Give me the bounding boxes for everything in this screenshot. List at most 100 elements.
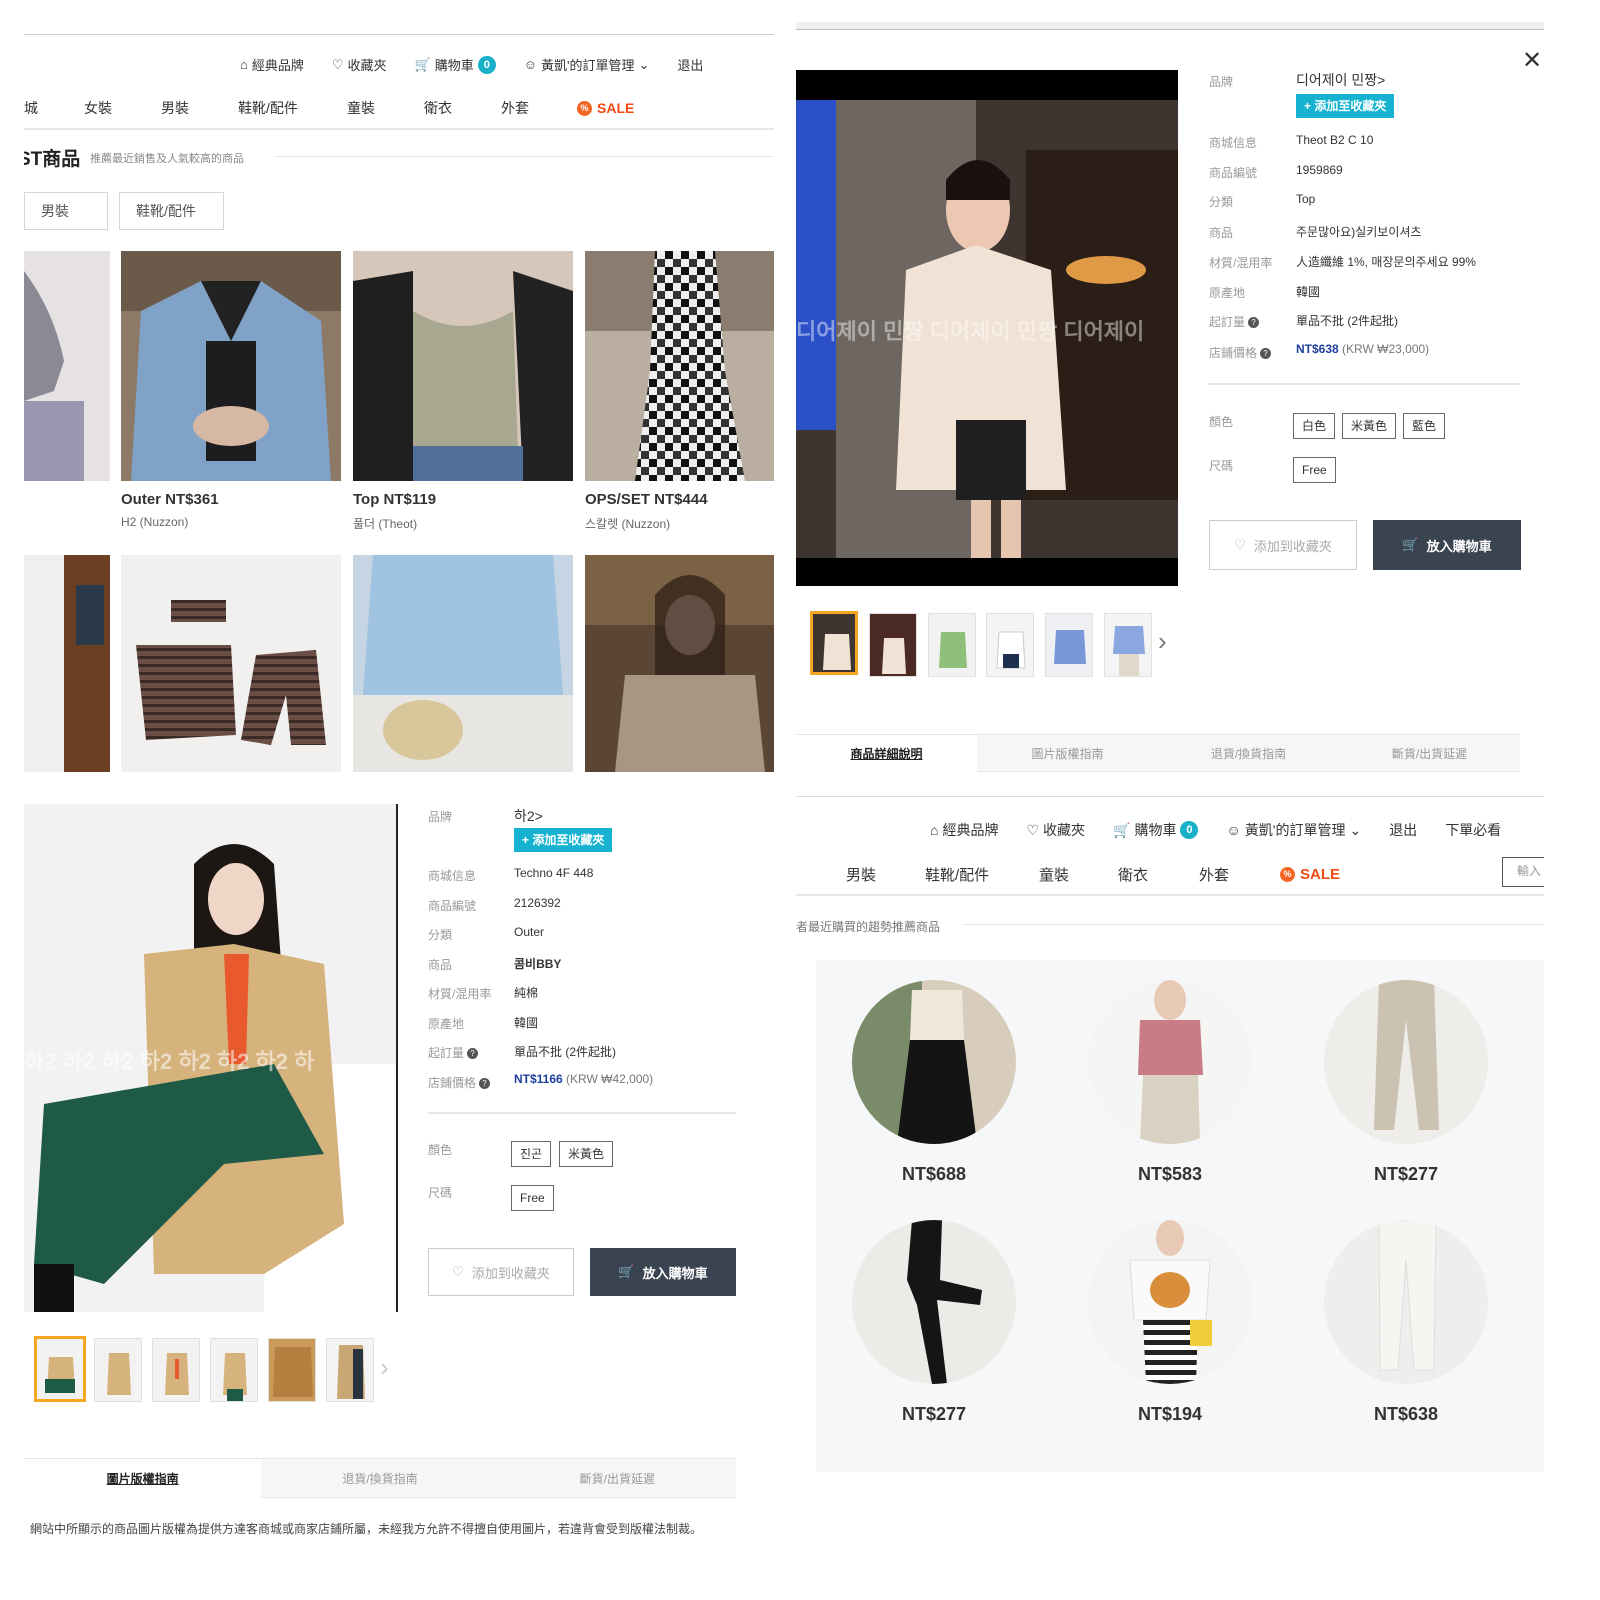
- trend-item-price[interactable]: NT$277: [1324, 1164, 1488, 1185]
- help-icon[interactable]: ?: [467, 1048, 479, 1060]
- tab-return[interactable]: 退貨/換貨指南: [261, 1459, 499, 1498]
- chevron-right-icon[interactable]: ›: [1158, 626, 1167, 657]
- product-name[interactable]: Outer NT$361: [121, 491, 219, 508]
- thumbnail-6[interactable]: [326, 1338, 374, 1402]
- product-name[interactable]: Top NT$119: [353, 491, 436, 508]
- orders-link[interactable]: ☺ 黃凱'的訂單管理 ⌄: [1226, 820, 1361, 840]
- logout-link[interactable]: 退出: [1389, 820, 1417, 840]
- product-image-blouse[interactable]: [353, 555, 573, 772]
- color-option[interactable]: 米黃色: [1342, 413, 1397, 439]
- nav-outer[interactable]: 外套: [1199, 864, 1280, 885]
- product-brand: 스칼렛 (Nuzzon): [585, 517, 671, 531]
- filter-shoes[interactable]: 鞋靴/配件: [119, 192, 224, 230]
- help-icon[interactable]: ?: [479, 1078, 491, 1090]
- add-to-favorites-large-button[interactable]: ♡ 添加到收藏夾: [428, 1248, 574, 1296]
- tab-delay[interactable]: 斷貨/出貨延遲: [1339, 735, 1520, 772]
- trend-item-price[interactable]: NT$194: [1088, 1404, 1252, 1425]
- trend-item-image[interactable]: [1324, 1220, 1488, 1384]
- trend-item-image[interactable]: [852, 980, 1016, 1144]
- nav-outer[interactable]: 外套: [501, 98, 577, 118]
- nav-shoes[interactable]: 鞋靴/配件: [238, 98, 347, 118]
- trend-item-price[interactable]: NT$688: [852, 1164, 1016, 1185]
- color-option[interactable]: 藍色: [1403, 413, 1446, 439]
- filter-men[interactable]: 男裝: [24, 192, 108, 230]
- help-icon[interactable]: ?: [1260, 348, 1272, 360]
- trend-item-price[interactable]: NT$583: [1088, 1164, 1252, 1185]
- thumbnail-6[interactable]: [1104, 613, 1152, 677]
- trend-item-price[interactable]: NT$277: [852, 1404, 1016, 1425]
- nav-partial[interactable]: 城: [24, 98, 84, 118]
- brand-link[interactable]: ⌂ 經典品牌: [240, 55, 304, 74]
- value-material: 人造纖維 1%, 매장문의주세요 99%: [1296, 255, 1476, 269]
- nav-kids[interactable]: 童裝: [1039, 864, 1118, 885]
- product-image-knit[interactable]: [585, 555, 774, 772]
- nav-sale[interactable]: % SALE: [577, 100, 634, 116]
- search-input[interactable]: 輸入: [1502, 857, 1544, 887]
- order-guide-link[interactable]: 下單必看: [1445, 820, 1501, 840]
- cart-link[interactable]: 🛒 購物車 0: [415, 55, 496, 74]
- nav-hoodie[interactable]: 衛衣: [424, 98, 501, 118]
- size-option[interactable]: Free: [1293, 457, 1336, 483]
- color-option[interactable]: 진곤: [511, 1141, 552, 1167]
- product-image-ops[interactable]: [585, 251, 774, 481]
- color-option[interactable]: 白色: [1293, 413, 1336, 439]
- chevron-right-icon[interactable]: ›: [380, 1352, 389, 1383]
- add-to-favorites-large-button[interactable]: ♡ 添加到收藏夾: [1209, 520, 1357, 570]
- add-to-cart-button[interactable]: 🛒 放入購物車: [590, 1248, 736, 1296]
- thumbnail-3[interactable]: [928, 613, 976, 677]
- product-photo: [24, 555, 110, 772]
- product-image-top[interactable]: [353, 251, 573, 481]
- product-image-kids[interactable]: [121, 555, 341, 772]
- tab-delay[interactable]: 斷貨/出貨延遲: [498, 1459, 736, 1498]
- brand-link[interactable]: 하2>: [514, 806, 543, 826]
- product-photo: [1324, 1220, 1488, 1384]
- nav-women[interactable]: 女裝: [84, 98, 161, 118]
- brand-link[interactable]: ⌂ 經典品牌: [930, 820, 998, 840]
- thumbnail-5[interactable]: [268, 1338, 316, 1402]
- add-to-favorites-button[interactable]: + 添加至收藏夾: [514, 828, 613, 852]
- value-category: Top: [1296, 192, 1316, 206]
- thumbnail-3[interactable]: [152, 1338, 200, 1402]
- trend-item-price[interactable]: NT$638: [1324, 1404, 1488, 1425]
- add-to-favorites-button[interactable]: + 添加至收藏夾: [1296, 94, 1395, 118]
- trend-item-image[interactable]: [1088, 1220, 1252, 1384]
- product-image-partial-2[interactable]: [24, 555, 110, 772]
- chevron-down-icon: ⌄: [638, 56, 650, 72]
- thumbnail-2[interactable]: [94, 1338, 142, 1402]
- tab-detail[interactable]: 商品詳細說明: [796, 735, 977, 772]
- add-to-cart-button[interactable]: 🛒 放入購物車: [1373, 520, 1521, 570]
- trend-item-image[interactable]: [852, 1220, 1016, 1384]
- brand-link[interactable]: 디어제이 민짱>: [1296, 70, 1385, 90]
- label-size: 尺碼: [1209, 459, 1234, 473]
- logout-link[interactable]: 退出: [677, 55, 703, 74]
- nav-kids[interactable]: 童裝: [347, 98, 424, 118]
- favorites-link[interactable]: ♡ 收藏夾: [332, 55, 387, 74]
- tab-return[interactable]: 退貨/換貨指南: [1158, 735, 1339, 772]
- thumbnail-1[interactable]: [34, 1336, 86, 1402]
- nav-hoodie[interactable]: 衛衣: [1118, 864, 1199, 885]
- thumbnail-2[interactable]: [869, 613, 917, 677]
- size-option[interactable]: Free: [511, 1185, 554, 1211]
- product-name[interactable]: OPS/SET NT$444: [585, 491, 708, 508]
- thumbnail-4[interactable]: [210, 1338, 258, 1402]
- product-image-outer[interactable]: [121, 251, 341, 481]
- detail-tabs: 圖片版權指南 退貨/換貨指南 斷貨/出貨延遲: [24, 1458, 736, 1498]
- trend-item-image[interactable]: [1088, 980, 1252, 1144]
- help-icon[interactable]: ?: [1248, 317, 1260, 329]
- favorites-link[interactable]: ♡ 收藏夾: [1026, 820, 1085, 840]
- nav-sale[interactable]: % SALE: [1280, 866, 1340, 883]
- trend-item-image[interactable]: [1324, 980, 1488, 1144]
- tab-copyright[interactable]: 圖片版權指南: [24, 1459, 262, 1498]
- nav-men[interactable]: 男裝: [846, 864, 925, 885]
- close-icon[interactable]: ✕: [1522, 46, 1542, 75]
- tab-copyright[interactable]: 圖片版權指南: [977, 735, 1158, 772]
- color-option[interactable]: 米黃色: [559, 1141, 614, 1167]
- orders-link[interactable]: ☺ 黃凱'的訂單管理 ⌄: [524, 55, 650, 74]
- thumbnail-1[interactable]: [810, 611, 858, 675]
- thumbnail-5[interactable]: [1045, 613, 1093, 677]
- product-image-partial[interactable]: [24, 251, 110, 481]
- nav-shoes[interactable]: 鞋靴/配件: [925, 864, 1039, 885]
- cart-link[interactable]: 🛒 購物車 0: [1113, 820, 1199, 840]
- nav-men[interactable]: 男裝: [161, 98, 238, 118]
- thumbnail-4[interactable]: [986, 613, 1034, 677]
